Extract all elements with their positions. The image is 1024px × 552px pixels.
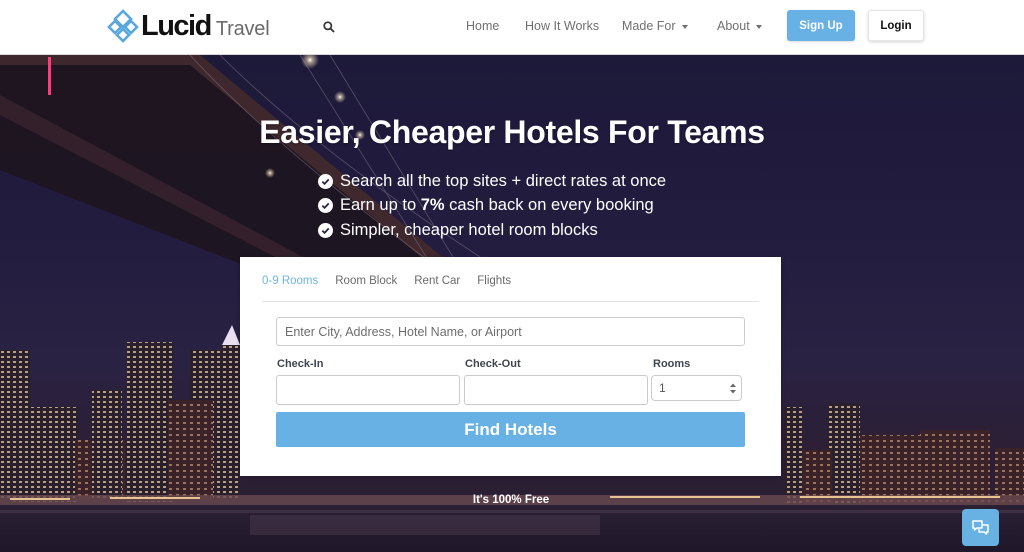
destination-input[interactable] (276, 317, 745, 346)
nav-how-it-works-label: How It Works (525, 19, 600, 33)
nav-made-for[interactable]: Made For (622, 19, 688, 33)
benefit-item: Search all the top sites + direct rates … (318, 169, 666, 194)
check-out-input[interactable] (464, 375, 648, 405)
tab-rent-car[interactable]: Rent Car (414, 275, 460, 287)
check-circle-icon (318, 222, 333, 238)
caret-down-icon (755, 24, 762, 29)
nav-home-label: Home (466, 19, 500, 33)
check-circle-icon (318, 198, 333, 214)
check-in-input[interactable] (276, 375, 460, 405)
rooms-select[interactable]: 1 (651, 375, 742, 401)
benefit-item: Simpler, cheaper hotel room blocks (318, 218, 666, 243)
check-in-label: Check-In (277, 358, 324, 370)
nav-made-for-label: Made For (622, 19, 676, 33)
benefit-item: Earn up to 7% cash back on every booking (318, 194, 666, 219)
login-button[interactable]: Login (868, 10, 924, 41)
sign-up-button[interactable]: Sign Up (787, 10, 855, 41)
benefit-text: Earn up to (340, 196, 421, 215)
benefit-highlight: 7% (420, 196, 445, 215)
hero-headline: Easier, Cheaper Hotels For Teams (259, 114, 765, 150)
check-out-label: Check-Out (465, 358, 521, 370)
check-circle-icon (318, 173, 333, 189)
tabs-divider (262, 301, 759, 302)
rooms-label: Rooms (653, 358, 691, 370)
benefits-list: Search all the top sites + direct rates … (318, 169, 666, 243)
search-tabs: 0-9 Rooms Room Block Rent Car Flights (262, 275, 528, 287)
nav-how-it-works[interactable]: How It Works (525, 19, 599, 33)
tab-flights[interactable]: Flights (477, 275, 511, 287)
nav-home[interactable]: Home (466, 19, 499, 33)
logo[interactable]: Lucid Travel (106, 7, 270, 45)
nav-about-label: About (717, 19, 750, 33)
find-hotels-button[interactable]: Find Hotels (276, 412, 745, 447)
search-icon[interactable] (322, 20, 336, 34)
rooms-selected-value: 1 (659, 381, 666, 395)
free-note: It's 100% Free (472, 494, 550, 506)
benefit-text-end: cash back on every booking (444, 196, 654, 215)
chat-widget-button[interactable] (962, 509, 999, 546)
tab-room-block[interactable]: Room Block (335, 275, 397, 287)
caret-down-icon (681, 24, 688, 29)
benefit-text: Search all the top sites + direct rates … (340, 171, 667, 190)
hotel-search-card: 0-9 Rooms Room Block Rent Car Flights Ch… (240, 257, 781, 476)
benefit-text: Simpler, cheaper hotel room blocks (340, 220, 598, 239)
logo-suffix: Travel (215, 17, 270, 40)
tab-0-9-rooms[interactable]: 0-9 Rooms (262, 275, 318, 287)
top-navbar: Lucid Travel Home How It Works Made For … (0, 0, 1024, 55)
nav-about[interactable]: About (717, 19, 762, 33)
select-arrows-icon (730, 383, 736, 394)
chat-bubbles-icon (971, 519, 989, 535)
logo-mark-icon (107, 9, 139, 43)
logo-wordmark: Lucid (141, 9, 212, 42)
